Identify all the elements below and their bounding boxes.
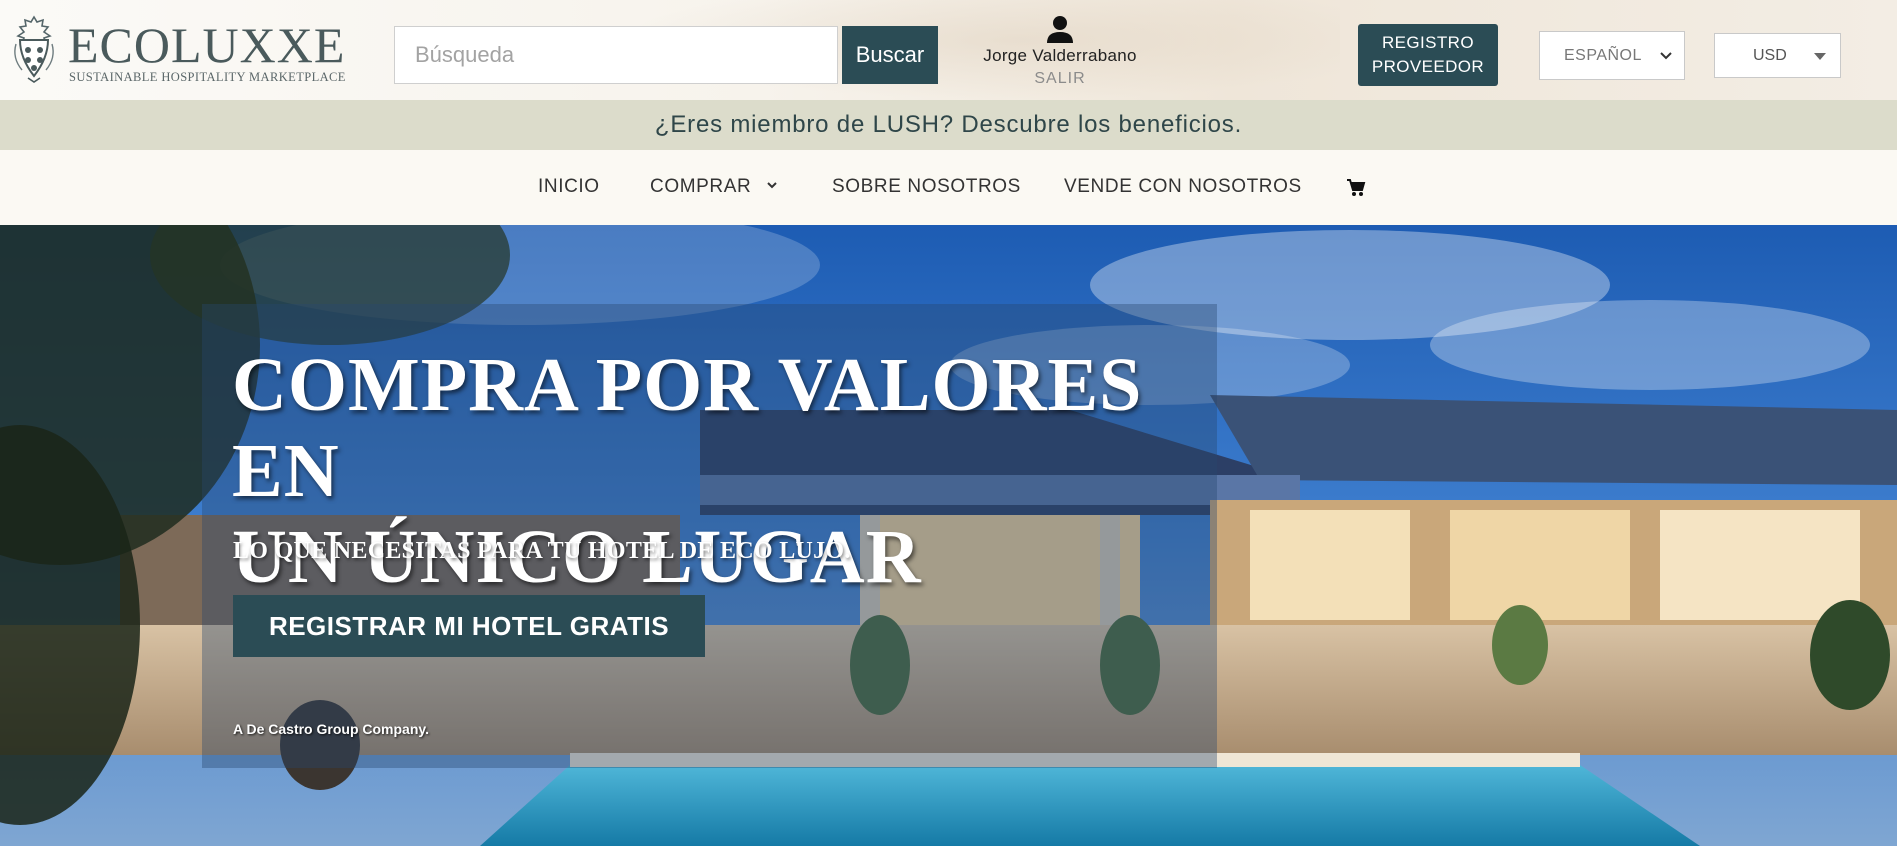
vendor-register-button[interactable]: REGISTRO PROVEEDOR	[1358, 24, 1498, 86]
nav-item-vende-con-nosotros[interactable]: VENDE CON NOSOTROS	[1064, 176, 1302, 198]
brand-logo[interactable]: ECOLUXXE SUSTAINABLE HOSPITALITY MARKETP…	[10, 12, 345, 86]
user-name[interactable]: Jorge Valderrabano	[960, 46, 1160, 66]
vendor-register-label-2: PROVEEDOR	[1371, 57, 1485, 76]
language-selected: ESPAÑOL	[1564, 46, 1642, 64]
currency-selected: USD	[1753, 46, 1787, 64]
promo-banner[interactable]: ¿Eres miembro de LUSH? Descubre los bene…	[0, 100, 1897, 150]
logout-link[interactable]: SALIR	[960, 70, 1160, 88]
search-input[interactable]	[394, 26, 838, 84]
vendor-register-label-1: REGISTRO	[1382, 33, 1474, 52]
company-note: A De Castro Group Company.	[233, 721, 430, 737]
user-icon[interactable]	[1046, 14, 1074, 44]
nav-item-comprar[interactable]: COMPRAR	[650, 176, 751, 198]
currency-select[interactable]: USD	[1714, 33, 1841, 78]
chevron-down-icon[interactable]	[765, 178, 779, 194]
chevron-down-icon	[1660, 52, 1672, 60]
nav-item-inicio[interactable]: INICIO	[538, 176, 600, 198]
hero-banner: COMPRA POR VALORES EN UN ÚNICO LUGAR LO …	[0, 225, 1897, 846]
promo-text[interactable]: ¿Eres miembro de LUSH? Descubre los bene…	[655, 111, 1242, 138]
user-account: Jorge Valderrabano SALIR	[960, 14, 1160, 92]
search-button[interactable]: Buscar	[842, 26, 938, 84]
brand-tagline: SUSTAINABLE HOSPITALITY MARKETPLACE	[69, 70, 346, 84]
main-nav: INICIO COMPRAR SOBRE NOSOTROS VENDE CON …	[0, 150, 1897, 225]
hero-subtitle: LO QUE NECESITAS PARA TU HOTEL DE ECO LU…	[233, 538, 851, 564]
register-hotel-button[interactable]: REGISTRAR MI HOTEL GRATIS	[233, 595, 705, 657]
brand-name: ECOLUXXE	[68, 17, 346, 73]
language-select[interactable]: ESPAÑOL	[1539, 31, 1685, 80]
site-header: ECOLUXXE SUSTAINABLE HOSPITALITY MARKETP…	[0, 0, 1897, 100]
crest-icon	[14, 15, 54, 83]
cart-icon[interactable]	[1345, 176, 1367, 198]
nav-item-sobre-nosotros[interactable]: SOBRE NOSOTROS	[832, 176, 1021, 198]
caret-down-icon	[1814, 53, 1826, 60]
hero-title-line-1: COMPRA POR VALORES EN	[232, 343, 1143, 513]
